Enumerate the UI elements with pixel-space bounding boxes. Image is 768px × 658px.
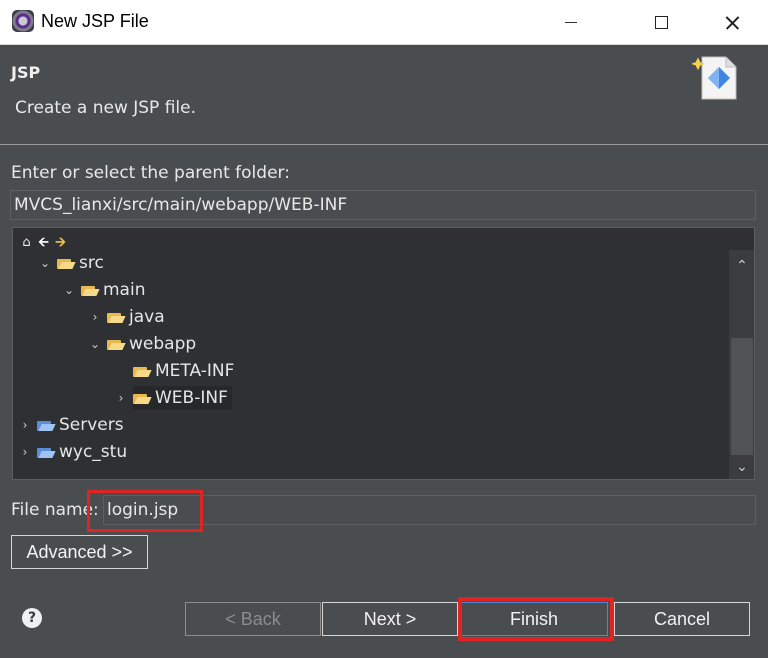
chevron-right-icon[interactable]: › xyxy=(13,418,37,432)
tree-item-servers[interactable]: › Servers xyxy=(13,412,124,438)
chevron-down-icon[interactable]: ⌄ xyxy=(83,337,107,351)
tree-item-label: webapp xyxy=(129,334,197,354)
folder-tree[interactable]: ⌂ 🡨 🡪 ⌄ src ⌄ main › java ⌄ webapp META-IN… xyxy=(12,227,755,480)
tree-item-label: java xyxy=(129,307,165,327)
tree-item-label: wyc_stu xyxy=(59,442,128,462)
selected-row-highlight: WEB-INF xyxy=(133,386,232,410)
tree-item-webapp[interactable]: ⌄ webapp xyxy=(83,331,196,357)
scroll-up-icon[interactable]: ⌃ xyxy=(729,254,754,278)
back-arrow-icon[interactable]: 🡨 xyxy=(35,235,52,251)
tree-item-label: Servers xyxy=(59,415,124,435)
scrollbar-thumb[interactable] xyxy=(731,338,753,455)
finish-button[interactable]: Finish xyxy=(460,602,608,636)
minimize-button[interactable] xyxy=(548,0,594,45)
folder-open-icon xyxy=(107,311,124,323)
scroll-down-icon[interactable]: ⌄ xyxy=(729,455,754,479)
folder-open-icon xyxy=(57,257,74,269)
parent-folder-label: Enter or select the parent folder: xyxy=(11,163,290,183)
tree-item-main[interactable]: ⌄ main xyxy=(57,277,146,303)
help-icon[interactable]: ? xyxy=(22,608,42,628)
wizard-page-description: Create a new JSP file. xyxy=(15,98,197,118)
project-folder-icon xyxy=(37,419,54,431)
folder-open-icon xyxy=(133,392,150,404)
tree-item-label: META-INF xyxy=(155,361,235,381)
tree-item-wyc-stu[interactable]: › wyc_stu xyxy=(13,439,128,465)
close-button[interactable] xyxy=(708,0,754,45)
folder-open-icon xyxy=(133,365,150,377)
tree-item-label: WEB-INF xyxy=(155,388,228,408)
title-bar: New JSP File xyxy=(0,0,768,45)
eclipse-app-icon xyxy=(12,10,34,32)
cancel-button[interactable]: Cancel xyxy=(614,602,750,636)
window-title: New JSP File xyxy=(41,11,149,31)
wizard-page-title: JSP xyxy=(11,63,41,82)
next-button[interactable]: Next > xyxy=(322,602,458,636)
tree-toolbar: ⌂ 🡨 🡪 xyxy=(18,231,69,250)
advanced-button[interactable]: Advanced >> xyxy=(11,535,148,569)
chevron-down-icon[interactable]: ⌄ xyxy=(33,256,57,270)
maximize-button[interactable] xyxy=(638,0,684,45)
forward-arrow-icon[interactable]: 🡪 xyxy=(52,235,69,251)
chevron-right-icon[interactable]: › xyxy=(13,445,37,459)
chevron-right-icon[interactable]: › xyxy=(109,391,133,405)
folder-open-icon xyxy=(107,338,124,350)
chevron-down-icon[interactable]: ⌄ xyxy=(57,283,81,297)
parent-folder-input[interactable]: MVCS_lianxi/src/main/webapp/WEB-INF xyxy=(10,190,756,220)
home-icon[interactable]: ⌂ xyxy=(18,235,35,251)
chevron-right-icon[interactable]: › xyxy=(83,310,107,324)
tree-item-label: src xyxy=(79,253,104,273)
tree-scrollbar[interactable]: ⌃ ⌄ xyxy=(729,250,754,479)
folder-open-icon xyxy=(81,284,98,296)
file-name-label: File name: xyxy=(11,500,99,520)
tree-item-web-inf[interactable]: › WEB-INF xyxy=(109,385,232,411)
wizard-banner: JSP Create a new JSP file. xyxy=(0,45,768,145)
tree-item-src[interactable]: ⌄ src xyxy=(33,250,104,276)
wizard-content: Enter or select the parent folder: MVCS_… xyxy=(0,146,768,641)
back-button[interactable]: < Back xyxy=(185,602,321,636)
tree-item-java[interactable]: › java xyxy=(83,304,165,330)
project-folder-icon xyxy=(37,446,54,458)
file-name-input[interactable]: login.jsp xyxy=(103,495,756,525)
tree-item-label: main xyxy=(103,280,146,300)
jsp-wizard-icon xyxy=(692,56,737,100)
tree-item-meta-inf[interactable]: META-INF xyxy=(133,358,234,384)
